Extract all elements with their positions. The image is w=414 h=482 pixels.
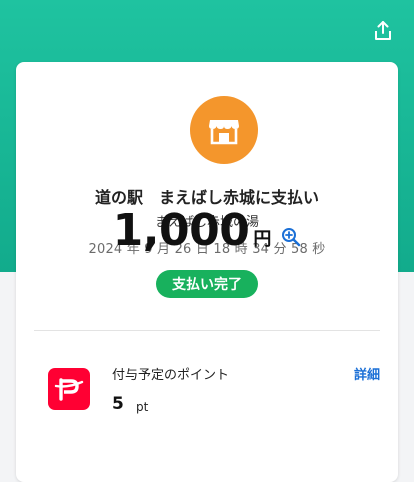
- share-button[interactable]: [368, 16, 398, 46]
- details-link[interactable]: 詳細: [354, 364, 380, 383]
- amount-value: 1,000: [112, 205, 250, 256]
- paypay-logo-icon: [48, 368, 90, 410]
- status-badge: 支払い完了: [156, 270, 258, 298]
- storefront-icon: [190, 96, 258, 164]
- points-unit: pt: [136, 400, 149, 414]
- merchant-icon-wrapper: [182, 88, 266, 172]
- share-upload-icon: [375, 21, 391, 40]
- magnifier-plus-icon[interactable]: [281, 227, 301, 247]
- points-value: 5: [112, 394, 124, 414]
- amount-unit: 円: [253, 229, 272, 250]
- points-label: 付与予定のポイント: [112, 368, 230, 383]
- divider: [34, 330, 380, 331]
- amount-row: 1,000 円: [0, 205, 414, 256]
